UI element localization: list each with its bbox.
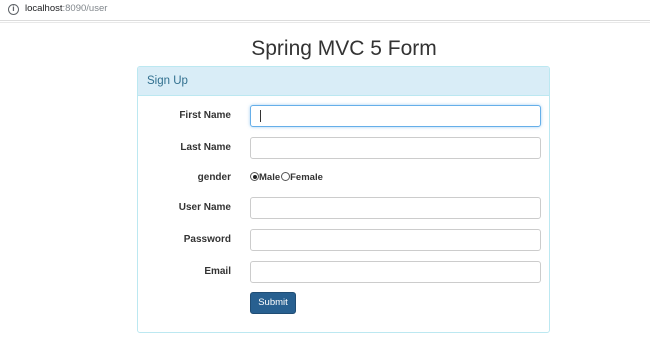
url-path: :8090/user: [62, 3, 108, 14]
email-row: Email: [138, 261, 551, 283]
email-label: Email: [204, 266, 231, 277]
signup-panel: Sign Up First Name Last Name gender Male…: [137, 66, 550, 333]
last-name-row: Last Name: [138, 137, 551, 159]
first-name-label: First Name: [179, 110, 231, 121]
toolbar-divider: [0, 22, 650, 23]
panel-heading: Sign Up: [138, 67, 549, 96]
url-host: localhost: [25, 3, 63, 14]
user-name-input[interactable]: [250, 197, 541, 219]
browser-address-bar: i localhost:8090/user: [0, 0, 650, 21]
gender-radio-group: Male Female: [250, 167, 324, 189]
last-name-input[interactable]: [250, 137, 541, 159]
last-name-label: Last Name: [180, 142, 231, 153]
page-title: Spring MVC 5 Form: [251, 37, 437, 60]
female-radio[interactable]: [281, 172, 291, 181]
gender-label: gender: [197, 172, 231, 183]
submit-button[interactable]: Submit: [250, 292, 296, 314]
password-label: Password: [183, 234, 231, 245]
info-icon[interactable]: i: [8, 4, 19, 15]
password-row: Password: [138, 229, 551, 251]
user-name-row: User Name: [138, 197, 551, 219]
first-name-input[interactable]: [250, 105, 541, 127]
email-input[interactable]: [250, 261, 541, 283]
gender-row: gender Male Female: [138, 167, 551, 189]
url-field[interactable]: localhost:8090/user: [25, 3, 107, 15]
text-caret: [260, 110, 261, 122]
first-name-row: First Name: [138, 105, 551, 127]
user-name-label: User Name: [178, 202, 231, 213]
female-radio-label[interactable]: Female: [290, 172, 323, 183]
male-radio[interactable]: [250, 172, 259, 181]
password-input[interactable]: [250, 229, 541, 251]
male-radio-label[interactable]: Male: [259, 172, 280, 183]
